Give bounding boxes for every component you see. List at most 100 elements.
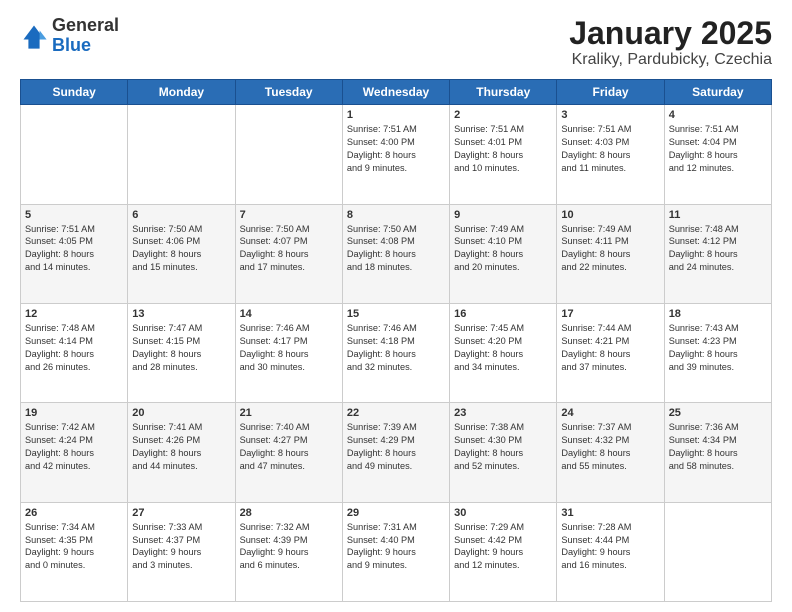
day-number: 17 (561, 308, 659, 320)
day-number: 15 (347, 308, 445, 320)
calendar-header-row: SundayMondayTuesdayWednesdayThursdayFrid… (21, 80, 772, 105)
calendar-cell: 13 Sunrise: 7:47 AM Sunset: 4:15 PM Dayli… (128, 303, 235, 402)
day-info: Sunrise: 7:51 AM Sunset: 4:05 PM Dayligh… (25, 223, 123, 275)
calendar-cell: 28 Sunrise: 7:32 AM Sunset: 4:39 PM Dayli… (235, 502, 342, 601)
day-number: 9 (454, 209, 552, 221)
calendar-cell: 30Sunrise: 7:29 AM Sunset: 4:42 PM Dayli… (450, 502, 557, 601)
calendar-cell (235, 105, 342, 204)
calendar-cell: 16 Sunrise: 7:45 AM Sunset: 4:20 PM Dayli… (450, 303, 557, 402)
calendar-cell (21, 105, 128, 204)
day-number: 13 (132, 308, 230, 320)
day-number: 31 (561, 507, 659, 519)
day-number: 7 (240, 209, 338, 221)
calendar-cell: 15Sunrise: 7:46 AM Sunset: 4:18 PM Dayli… (342, 303, 449, 402)
day-info: Sunrise: 7:32 AM Sunset: 4:39 PM Dayligh… (240, 521, 338, 573)
day-number: 27 (132, 507, 230, 519)
calendar-cell: 14 Sunrise: 7:46 AM Sunset: 4:17 PM Dayli… (235, 303, 342, 402)
calendar-cell: 27 Sunrise: 7:33 AM Sunset: 4:37 PM Dayli… (128, 502, 235, 601)
day-info: Sunrise: 7:51 AM Sunset: 4:01 PM Dayligh… (454, 123, 552, 175)
calendar-cell: 5 Sunrise: 7:51 AM Sunset: 4:05 PM Daylig… (21, 204, 128, 303)
calendar-cell: 8Sunrise: 7:50 AM Sunset: 4:08 PM Daylig… (342, 204, 449, 303)
day-number: 30 (454, 507, 552, 519)
calendar-week-row: 1 Sunrise: 7:51 AM Sunset: 4:00 PM Daylig… (21, 105, 772, 204)
day-info: Sunrise: 7:37 AM Sunset: 4:32 PM Dayligh… (561, 421, 659, 473)
day-info: Sunrise: 7:39 AM Sunset: 4:29 PM Dayligh… (347, 421, 445, 473)
day-number: 8 (347, 209, 445, 221)
day-number: 16 (454, 308, 552, 320)
calendar-cell: 19Sunrise: 7:42 AM Sunset: 4:24 PM Dayli… (21, 403, 128, 502)
calendar-cell: 4Sunrise: 7:51 AM Sunset: 4:04 PM Daylig… (664, 105, 771, 204)
day-number: 12 (25, 308, 123, 320)
day-number: 11 (669, 209, 767, 221)
calendar-cell: 25Sunrise: 7:36 AM Sunset: 4:34 PM Dayli… (664, 403, 771, 502)
day-info: Sunrise: 7:49 AM Sunset: 4:10 PM Dayligh… (454, 223, 552, 275)
logo-blue: Blue (52, 35, 91, 55)
day-header-thursday: Thursday (450, 80, 557, 105)
day-info: Sunrise: 7:36 AM Sunset: 4:34 PM Dayligh… (669, 421, 767, 473)
day-info: Sunrise: 7:40 AM Sunset: 4:27 PM Dayligh… (240, 421, 338, 473)
day-header-tuesday: Tuesday (235, 80, 342, 105)
day-info: Sunrise: 7:51 AM Sunset: 4:04 PM Dayligh… (669, 123, 767, 175)
day-number: 24 (561, 407, 659, 419)
day-number: 22 (347, 407, 445, 419)
calendar-cell: 18Sunrise: 7:43 AM Sunset: 4:23 PM Dayli… (664, 303, 771, 402)
calendar-cell: 7 Sunrise: 7:50 AM Sunset: 4:07 PM Daylig… (235, 204, 342, 303)
day-info: Sunrise: 7:43 AM Sunset: 4:23 PM Dayligh… (669, 322, 767, 374)
calendar-cell: 2 Sunrise: 7:51 AM Sunset: 4:01 PM Daylig… (450, 105, 557, 204)
logo: General Blue (20, 16, 119, 56)
calendar-cell: 26Sunrise: 7:34 AM Sunset: 4:35 PM Dayli… (21, 502, 128, 601)
day-number: 2 (454, 109, 552, 121)
day-number: 26 (25, 507, 123, 519)
day-header-wednesday: Wednesday (342, 80, 449, 105)
logo-general: General (52, 15, 119, 35)
calendar-cell (664, 502, 771, 601)
day-info: Sunrise: 7:47 AM Sunset: 4:15 PM Dayligh… (132, 322, 230, 374)
calendar-cell: 29 Sunrise: 7:31 AM Sunset: 4:40 PM Dayli… (342, 502, 449, 601)
day-info: Sunrise: 7:44 AM Sunset: 4:21 PM Dayligh… (561, 322, 659, 374)
day-number: 23 (454, 407, 552, 419)
day-info: Sunrise: 7:51 AM Sunset: 4:00 PM Dayligh… (347, 123, 445, 175)
calendar-week-row: 5 Sunrise: 7:51 AM Sunset: 4:05 PM Daylig… (21, 204, 772, 303)
calendar-cell: 12 Sunrise: 7:48 AM Sunset: 4:14 PM Dayli… (21, 303, 128, 402)
calendar-week-row: 26Sunrise: 7:34 AM Sunset: 4:35 PM Dayli… (21, 502, 772, 601)
day-header-friday: Friday (557, 80, 664, 105)
day-number: 6 (132, 209, 230, 221)
calendar-cell: 22 Sunrise: 7:39 AM Sunset: 4:29 PM Dayli… (342, 403, 449, 502)
day-number: 10 (561, 209, 659, 221)
calendar-cell: 20Sunrise: 7:41 AM Sunset: 4:26 PM Dayli… (128, 403, 235, 502)
calendar-cell: 21 Sunrise: 7:40 AM Sunset: 4:27 PM Dayli… (235, 403, 342, 502)
logo-text: General Blue (52, 16, 119, 56)
day-info: Sunrise: 7:31 AM Sunset: 4:40 PM Dayligh… (347, 521, 445, 573)
day-header-sunday: Sunday (21, 80, 128, 105)
calendar-cell (128, 105, 235, 204)
title-block: January 2025 Kraliky, Pardubicky, Czechi… (569, 16, 772, 69)
calendar-cell: 23Sunrise: 7:38 AM Sunset: 4:30 PM Dayli… (450, 403, 557, 502)
day-info: Sunrise: 7:49 AM Sunset: 4:11 PM Dayligh… (561, 223, 659, 275)
day-number: 14 (240, 308, 338, 320)
calendar-cell: 3Sunrise: 7:51 AM Sunset: 4:03 PM Daylig… (557, 105, 664, 204)
page: General Blue January 2025 Kraliky, Pardu… (0, 0, 792, 612)
day-info: Sunrise: 7:42 AM Sunset: 4:24 PM Dayligh… (25, 421, 123, 473)
calendar-week-row: 19Sunrise: 7:42 AM Sunset: 4:24 PM Dayli… (21, 403, 772, 502)
day-number: 1 (347, 109, 445, 121)
day-number: 5 (25, 209, 123, 221)
day-number: 21 (240, 407, 338, 419)
calendar-cell: 24 Sunrise: 7:37 AM Sunset: 4:32 PM Dayli… (557, 403, 664, 502)
day-info: Sunrise: 7:46 AM Sunset: 4:17 PM Dayligh… (240, 322, 338, 374)
day-info: Sunrise: 7:50 AM Sunset: 4:06 PM Dayligh… (132, 223, 230, 275)
day-info: Sunrise: 7:50 AM Sunset: 4:07 PM Dayligh… (240, 223, 338, 275)
calendar-cell: 31 Sunrise: 7:28 AM Sunset: 4:44 PM Dayli… (557, 502, 664, 601)
logo-icon (20, 22, 48, 50)
day-info: Sunrise: 7:48 AM Sunset: 4:14 PM Dayligh… (25, 322, 123, 374)
calendar-table: SundayMondayTuesdayWednesdayThursdayFrid… (20, 79, 772, 602)
day-number: 3 (561, 109, 659, 121)
calendar-title: January 2025 (569, 16, 772, 51)
day-number: 28 (240, 507, 338, 519)
day-info: Sunrise: 7:33 AM Sunset: 4:37 PM Dayligh… (132, 521, 230, 573)
day-number: 29 (347, 507, 445, 519)
calendar-cell: 6 Sunrise: 7:50 AM Sunset: 4:06 PM Daylig… (128, 204, 235, 303)
calendar-cell: 9 Sunrise: 7:49 AM Sunset: 4:10 PM Daylig… (450, 204, 557, 303)
day-info: Sunrise: 7:28 AM Sunset: 4:44 PM Dayligh… (561, 521, 659, 573)
day-info: Sunrise: 7:45 AM Sunset: 4:20 PM Dayligh… (454, 322, 552, 374)
day-info: Sunrise: 7:41 AM Sunset: 4:26 PM Dayligh… (132, 421, 230, 473)
